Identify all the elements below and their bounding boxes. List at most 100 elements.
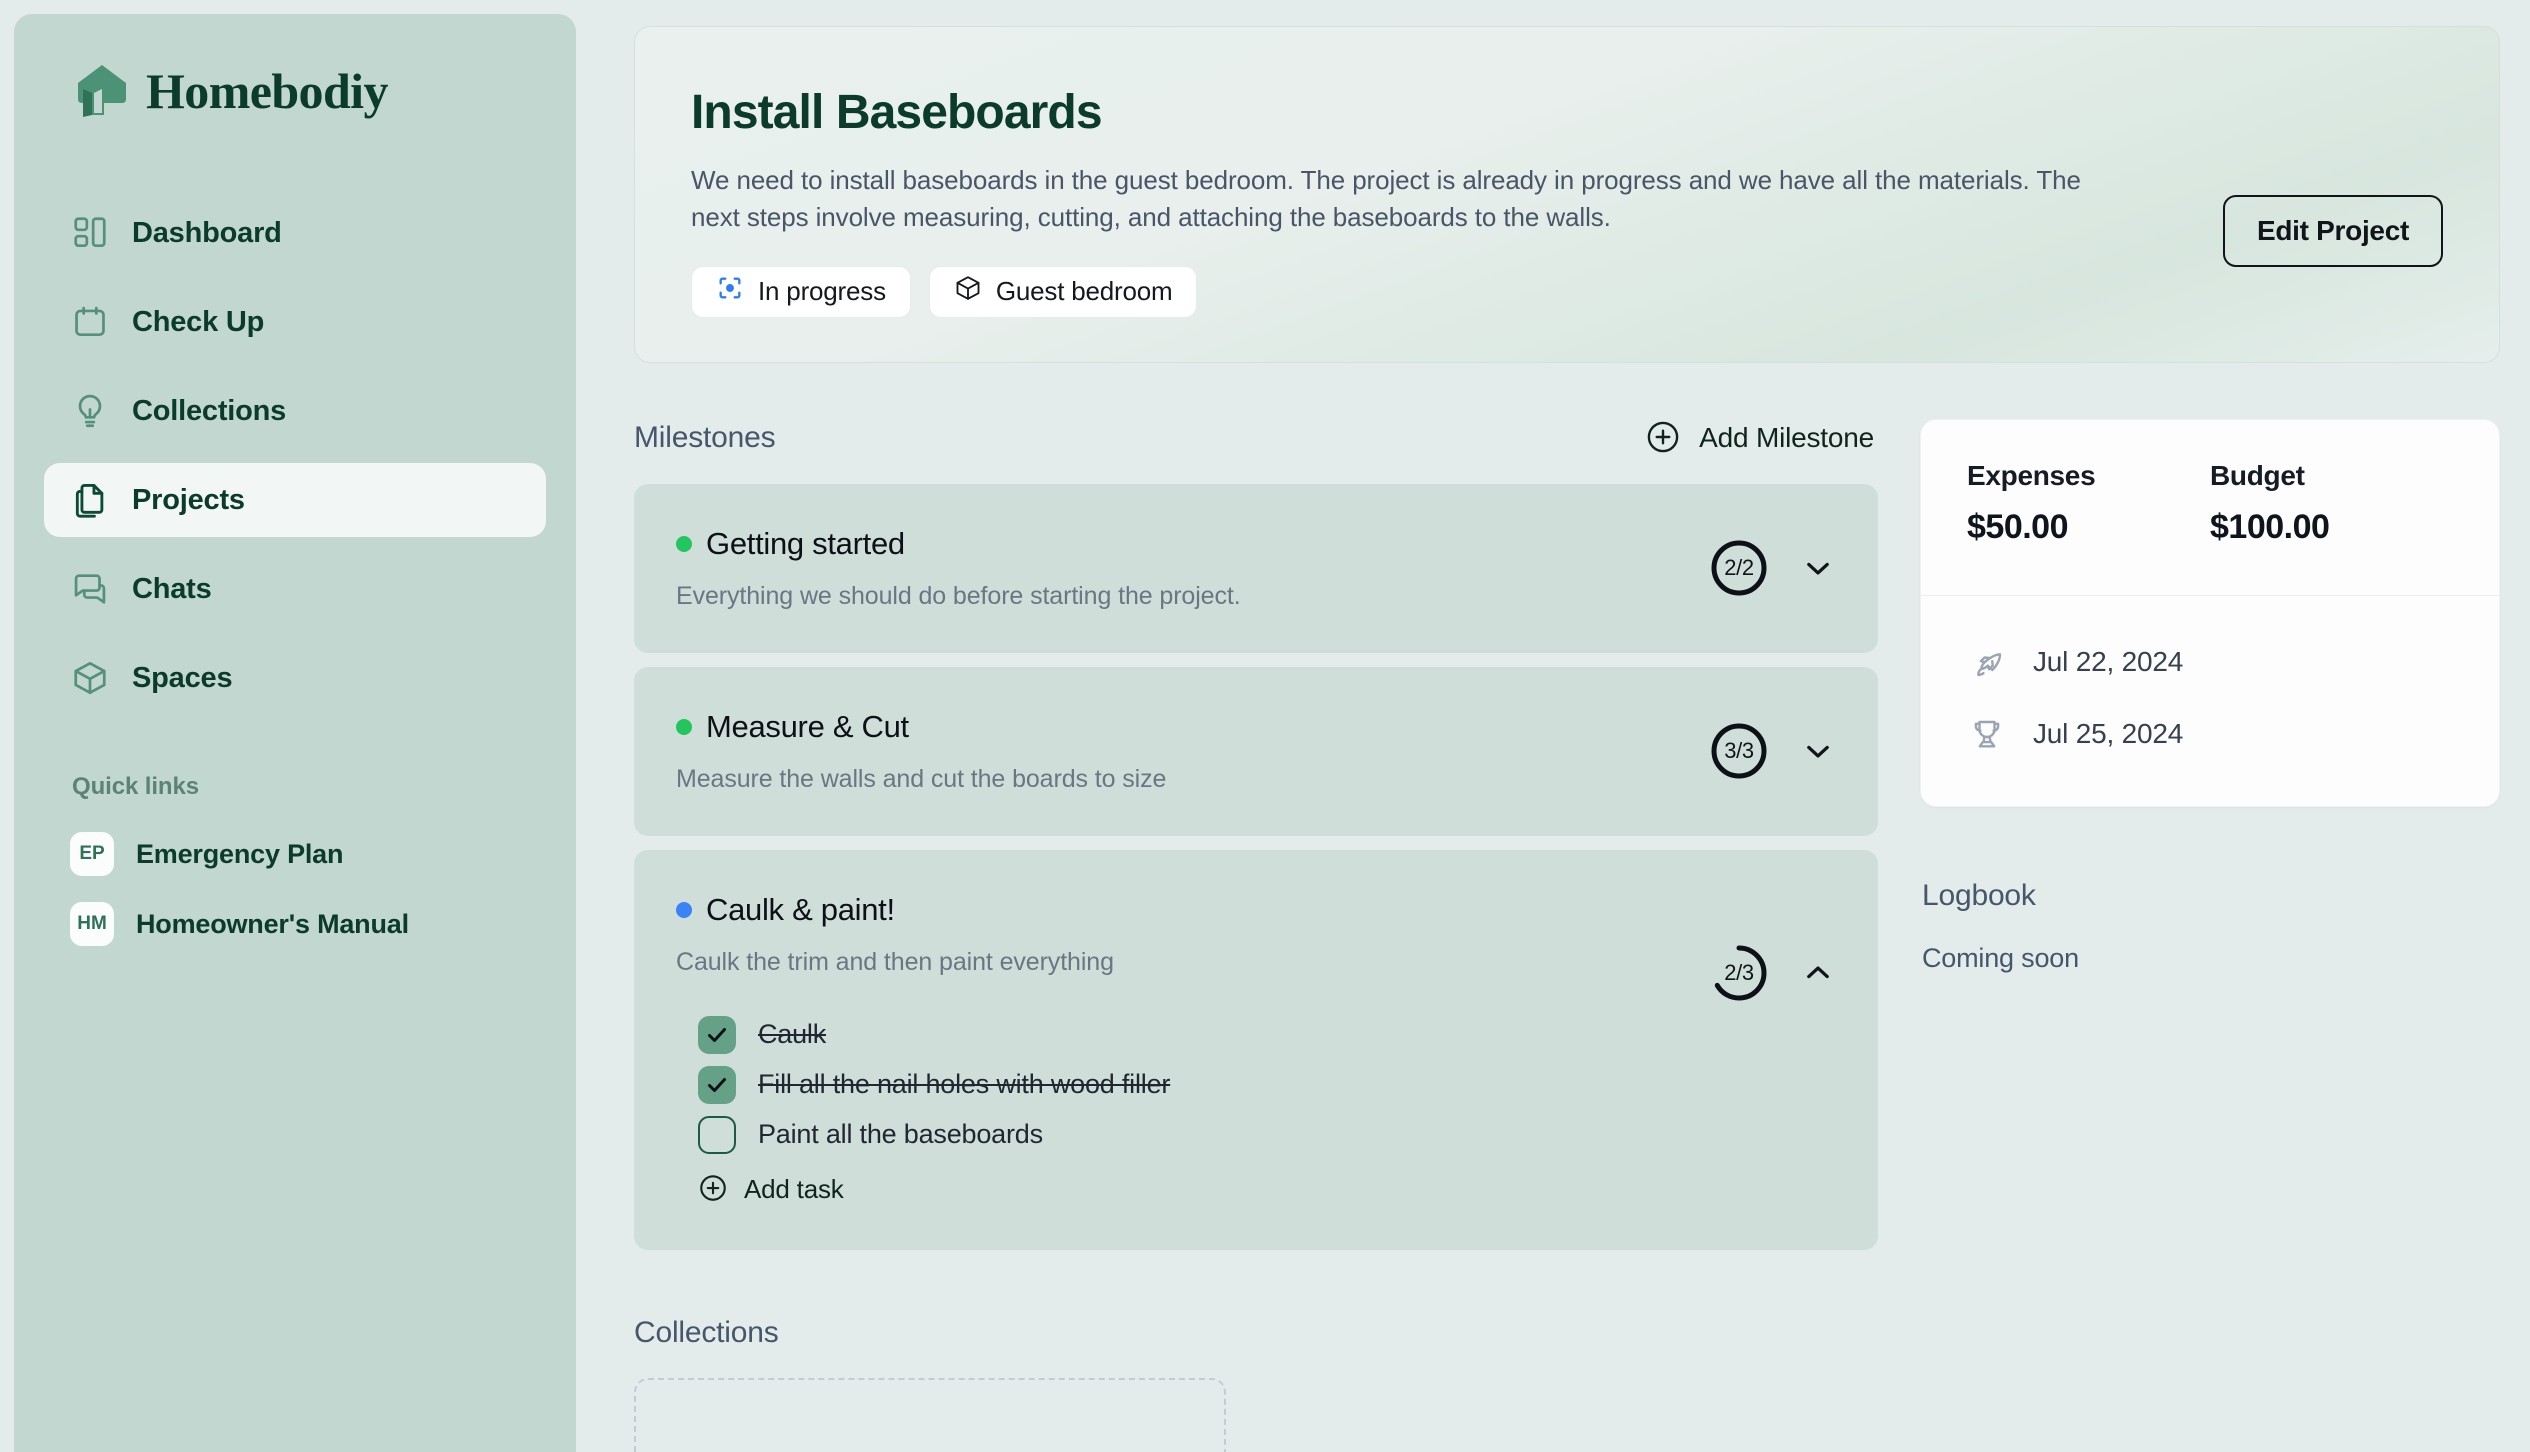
milestones-list: Getting started Everything we should do … xyxy=(634,483,1878,1250)
task-item[interactable]: Fill all the nail holes with wood filler xyxy=(698,1061,1832,1109)
status-dot-icon xyxy=(676,901,692,918)
status-target-icon xyxy=(716,274,744,309)
space-badge-label: Guest bedroom xyxy=(995,276,1173,307)
app-root: Homebodiy Dashboard Check Up Collections… xyxy=(0,0,2530,1452)
checkbox-checked-icon[interactable] xyxy=(698,1015,736,1054)
documents-icon xyxy=(70,480,110,520)
milestone-card[interactable]: Getting started Everything we should do … xyxy=(634,483,1878,653)
collections-section: Collections xyxy=(634,1316,1878,1452)
progress-ring: 3/3 xyxy=(1708,720,1770,782)
content-columns: Milestones Add Milestone Getting started… xyxy=(634,418,2500,1452)
sidebar-nav: Dashboard Check Up Collections Projects … xyxy=(44,196,546,715)
budget-block: Budget $100.00 xyxy=(2210,460,2453,547)
cube-icon xyxy=(954,274,982,309)
expenses-label: Expenses xyxy=(1967,459,2096,491)
milestone-title: Getting started xyxy=(706,525,905,561)
calendar-icon xyxy=(70,302,110,342)
milestone-card[interactable]: Measure & Cut Measure the walls and cut … xyxy=(634,666,1878,836)
sidebar-container: Homebodiy Dashboard Check Up Collections… xyxy=(0,0,592,1452)
task-list: Caulk Fill all the nail holes with wood … xyxy=(676,1011,1832,1208)
milestones-header: Milestones Add Milestone xyxy=(634,419,1878,458)
sidebar-item-label: Projects xyxy=(132,483,245,516)
add-milestone-label: Add Milestone xyxy=(1699,422,1874,454)
project-description: We need to install baseboards in the gue… xyxy=(691,165,2081,232)
budget-label: Budget xyxy=(2210,459,2305,491)
task-label: Caulk xyxy=(758,1019,827,1050)
plus-circle-icon xyxy=(698,1173,728,1206)
collections-title: Collections xyxy=(634,1315,779,1349)
sidebar-item-spaces[interactable]: Spaces xyxy=(44,641,546,715)
quick-links-heading: Quick links xyxy=(72,773,199,800)
milestones-title: Milestones xyxy=(634,421,776,455)
collection-dropzone[interactable] xyxy=(634,1377,1226,1452)
progress-ring: 2/3 xyxy=(1708,942,1770,1004)
quick-link-emergency-plan[interactable]: EP Emergency Plan xyxy=(44,819,546,889)
sidebar-item-label: Spaces xyxy=(132,661,233,694)
sidebar-item-label: Dashboard xyxy=(132,216,282,249)
sidebar-item-projects[interactable]: Projects xyxy=(44,463,546,537)
chevron-down-icon[interactable] xyxy=(1798,731,1838,771)
sidebar-item-check-up[interactable]: Check Up xyxy=(44,285,546,359)
project-hero: Install Baseboards We need to install ba… xyxy=(634,26,2500,363)
lightbulb-icon xyxy=(70,391,110,431)
edit-project-button[interactable]: Edit Project xyxy=(2223,195,2443,267)
budget-value: $100.00 xyxy=(2210,507,2330,546)
task-label: Fill all the nail holes with wood filler xyxy=(758,1069,1171,1100)
quick-link-homeowners-manual[interactable]: HM Homeowner's Manual xyxy=(44,889,546,959)
milestone-controls: 3/3 xyxy=(1708,720,1838,782)
project-dates: Jul 22, 2024 Jul 25, 2024 xyxy=(1921,596,2499,806)
logbook-title: Logbook xyxy=(1922,878,2036,912)
chevron-up-icon[interactable] xyxy=(1798,953,1838,993)
cube-icon xyxy=(70,658,110,698)
milestone-title: Measure & Cut xyxy=(706,708,909,744)
add-task-button[interactable]: Add task xyxy=(698,1173,844,1206)
milestone-title: Caulk & paint! xyxy=(706,891,895,927)
page-title: Install Baseboards xyxy=(691,86,1103,139)
task-item[interactable]: Caulk xyxy=(698,1011,1832,1059)
quick-link-label: Emergency Plan xyxy=(136,838,344,869)
sidebar-item-chats[interactable]: Chats xyxy=(44,552,546,626)
status-badge-label: In progress xyxy=(758,276,886,307)
rocket-icon xyxy=(1967,642,2007,682)
checkbox-checked-icon[interactable] xyxy=(698,1065,736,1104)
space-badge[interactable]: Guest bedroom xyxy=(928,265,1198,318)
milestone-description: Everything we should do before starting … xyxy=(676,581,1241,610)
milestone-description: Caulk the trim and then paint everything xyxy=(676,947,1114,976)
end-date-row: Jul 25, 2024 xyxy=(1967,706,2453,762)
brand[interactable]: Homebodiy xyxy=(44,48,546,120)
budget-figures: Expenses $50.00 Budget $100.00 xyxy=(1921,420,2499,595)
start-date: Jul 22, 2024 xyxy=(2033,645,2184,677)
add-task-label: Add task xyxy=(744,1173,844,1204)
brand-name: Homebodiy xyxy=(146,63,388,119)
checkbox-unchecked-icon[interactable] xyxy=(698,1115,736,1154)
end-date: Jul 25, 2024 xyxy=(2033,717,2184,749)
chevron-down-icon[interactable] xyxy=(1798,548,1838,588)
sidebar-item-collections[interactable]: Collections xyxy=(44,374,546,448)
logbook-section: Logbook Coming soon xyxy=(1920,879,2500,974)
trophy-icon xyxy=(1967,714,2007,754)
milestone-card[interactable]: Caulk & paint! Caulk the trim and then p… xyxy=(634,849,1878,1250)
house-icon xyxy=(76,63,128,119)
progress-ring: 2/2 xyxy=(1708,537,1770,599)
add-milestone-button[interactable]: Add Milestone xyxy=(1645,419,1874,458)
budget-card: Expenses $50.00 Budget $100.00 Jul 22, 2… xyxy=(1920,418,2500,807)
status-badge[interactable]: In progress xyxy=(691,265,911,318)
milestone-title-row: Measure & Cut xyxy=(676,709,1832,745)
main-content: Install Baseboards We need to install ba… xyxy=(592,0,2530,1452)
layout-dashboard-icon xyxy=(70,213,110,253)
sidebar-item-dashboard[interactable]: Dashboard xyxy=(44,196,546,270)
milestone-controls: 2/2 xyxy=(1708,537,1838,599)
project-tags: In progress Guest bedroom xyxy=(691,265,2443,318)
progress-ring-label: 2/3 xyxy=(1724,959,1754,985)
task-label: Paint all the baseboards xyxy=(758,1119,1043,1150)
sidebar: Homebodiy Dashboard Check Up Collections… xyxy=(14,14,576,1452)
milestone-title-row: Getting started xyxy=(676,526,1832,562)
sidebar-item-label: Check Up xyxy=(132,305,265,338)
summary-column: Expenses $50.00 Budget $100.00 Jul 22, 2… xyxy=(1920,418,2500,1452)
progress-ring-label: 2/2 xyxy=(1724,555,1754,581)
task-item[interactable]: Paint all the baseboards xyxy=(698,1111,1832,1159)
expenses-block: Expenses $50.00 xyxy=(1967,460,2210,547)
chat-bubbles-icon xyxy=(70,569,110,609)
milestone-controls: 2/3 xyxy=(1708,942,1838,1004)
logbook-body: Coming soon xyxy=(1922,942,2079,973)
